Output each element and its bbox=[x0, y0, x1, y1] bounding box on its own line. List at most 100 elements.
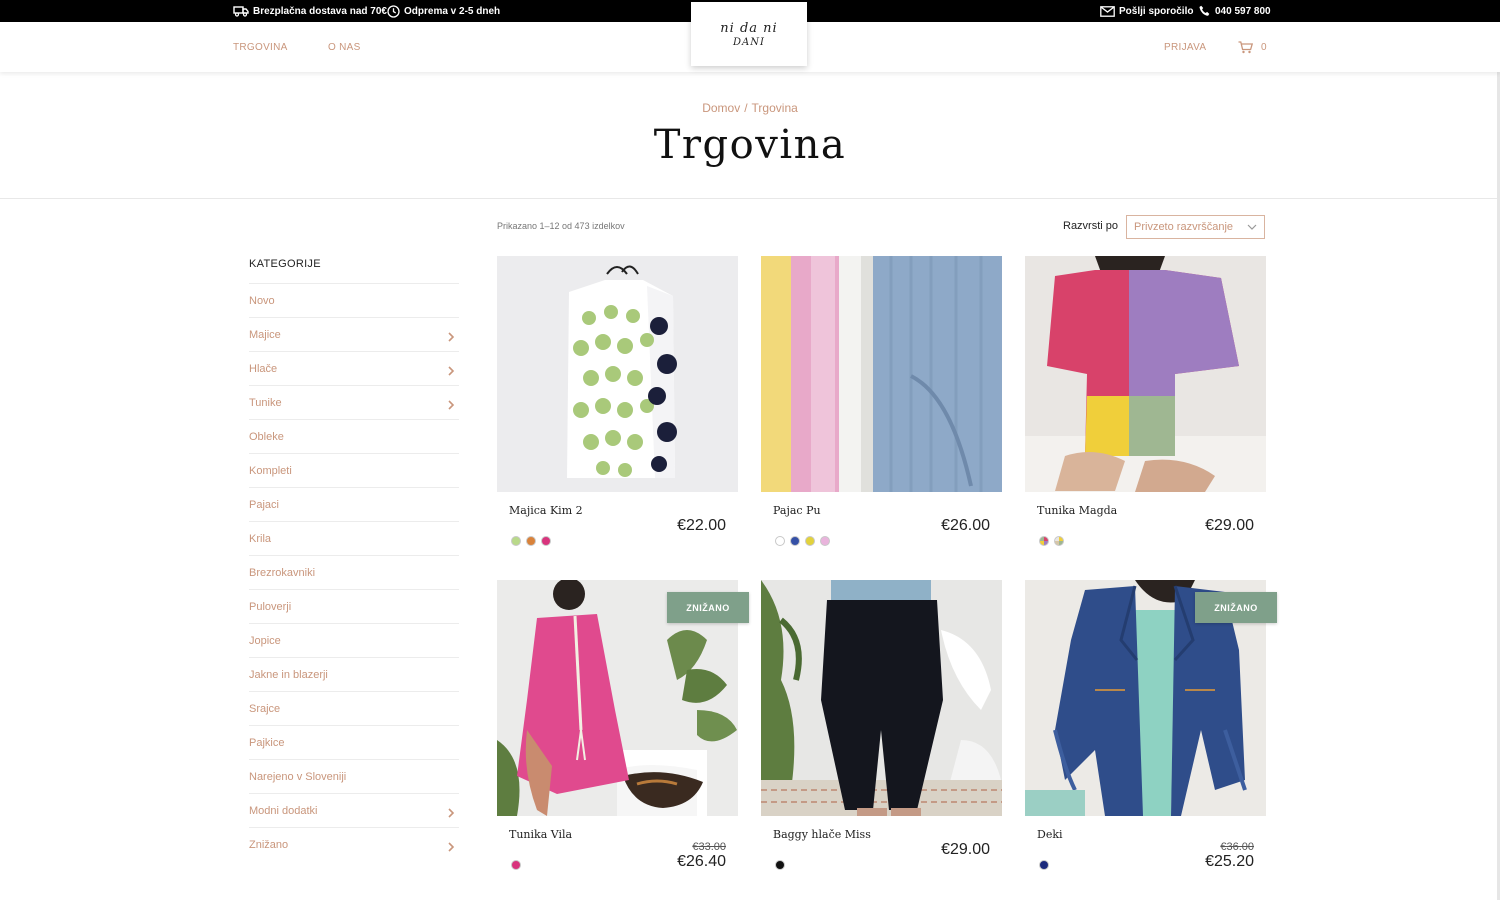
logo-line-1: ni da ni bbox=[720, 20, 778, 36]
category-item-pajaci[interactable]: Pajaci bbox=[249, 487, 459, 521]
category-item-novo[interactable]: Novo bbox=[249, 283, 459, 317]
send-message-text: Pošlji sporočilo bbox=[1119, 5, 1194, 17]
login-link[interactable]: PRIJAVA bbox=[1164, 22, 1206, 72]
cart-count: 0 bbox=[1261, 41, 1267, 53]
color-swatch[interactable] bbox=[541, 536, 551, 546]
product-price: €29.00 bbox=[1205, 517, 1254, 534]
category-label: Krila bbox=[249, 532, 272, 545]
category-label: Kompleti bbox=[249, 464, 292, 477]
category-item-srajce[interactable]: Srajce bbox=[249, 691, 459, 725]
category-label: Modni dodatki bbox=[249, 804, 318, 817]
nav-trgovina[interactable]: TRGOVINA bbox=[233, 22, 288, 72]
category-label: Tunike bbox=[249, 396, 282, 409]
color-swatch[interactable] bbox=[790, 536, 800, 546]
product-image[interactable] bbox=[761, 256, 1002, 492]
chevron-right-icon[interactable] bbox=[445, 807, 457, 819]
category-item-krila[interactable]: Krila bbox=[249, 521, 459, 555]
color-swatch[interactable] bbox=[805, 536, 815, 546]
category-label: Obleke bbox=[249, 430, 284, 443]
nav-o-nas[interactable]: O NAS bbox=[328, 22, 361, 72]
product-name[interactable]: Pajac Pu bbox=[773, 504, 821, 517]
logo-line-2: DANI bbox=[733, 36, 765, 48]
category-item-narejeno-v-sloveniji[interactable]: Narejeno v Sloveniji bbox=[249, 759, 459, 793]
result-count: Prikazano 1–12 od 473 izdelkov bbox=[497, 221, 625, 231]
cart-icon bbox=[1238, 40, 1253, 53]
dispatch-notice: Odprema v 2-5 dneh bbox=[387, 0, 500, 22]
send-message-link[interactable]: Pošlji sporočilo bbox=[1100, 0, 1193, 22]
product-card[interactable]: Tunika Magda €29.00 bbox=[1025, 256, 1266, 556]
cart-link[interactable]: 0 bbox=[1238, 22, 1267, 72]
product-price: €29.00 bbox=[941, 841, 990, 858]
product-image[interactable] bbox=[497, 256, 738, 492]
category-item-tunike[interactable]: Tunike bbox=[249, 385, 459, 419]
category-label: Pajaci bbox=[249, 498, 279, 511]
color-swatch[interactable] bbox=[1054, 536, 1064, 546]
product-card[interactable]: Majica Kim 2 €22.00 bbox=[497, 256, 738, 556]
product-price: €25.20 bbox=[1205, 853, 1254, 870]
category-item-kompleti[interactable]: Kompleti bbox=[249, 453, 459, 487]
category-label: Pajkice bbox=[249, 736, 285, 749]
color-swatches bbox=[511, 860, 521, 870]
phone-number: 040 597 800 bbox=[1215, 5, 1271, 17]
category-item-znizano[interactable]: Znižano bbox=[249, 827, 459, 861]
chevron-right-icon[interactable] bbox=[445, 365, 457, 377]
breadcrumb-home[interactable]: Domov bbox=[702, 101, 740, 115]
sale-badge: ZNIŽANO bbox=[667, 592, 749, 623]
site-logo[interactable]: ni da ni DANI bbox=[691, 2, 807, 66]
product-card[interactable]: ZNIŽANO Deki €36.00 €25.20 bbox=[1025, 580, 1277, 880]
product-price: €26.00 bbox=[941, 517, 990, 534]
color-swatches bbox=[511, 536, 551, 546]
product-name[interactable]: Tunika Magda bbox=[1037, 504, 1117, 517]
color-swatch[interactable] bbox=[1039, 860, 1049, 870]
color-swatch[interactable] bbox=[511, 860, 521, 870]
category-item-brezrokavniki[interactable]: Brezrokavniki bbox=[249, 555, 459, 589]
category-item-hlace[interactable]: Hlače bbox=[249, 351, 459, 385]
color-swatches bbox=[775, 860, 785, 870]
category-label: Puloverji bbox=[249, 600, 292, 613]
product-card[interactable]: Pajac Pu €26.00 bbox=[761, 256, 1002, 556]
category-item-obleke[interactable]: Obleke bbox=[249, 419, 459, 453]
dispatch-text: Odprema v 2-5 dneh bbox=[404, 5, 501, 17]
product-name[interactable]: Tunika Vila bbox=[509, 828, 572, 841]
product-name[interactable]: Deki bbox=[1037, 828, 1063, 841]
category-label: Znižano bbox=[249, 838, 289, 851]
category-item-puloverji[interactable]: Puloverji bbox=[249, 589, 459, 623]
color-swatches bbox=[775, 536, 830, 546]
category-label: Jakne in blazerji bbox=[249, 668, 328, 681]
category-item-pajkice[interactable]: Pajkice bbox=[249, 725, 459, 759]
category-label: Brezrokavniki bbox=[249, 566, 316, 579]
phone-link[interactable]: 040 597 800 bbox=[1199, 0, 1271, 22]
product-card[interactable]: ZNIŽANO Tunika Vila €33.00 €26.40 bbox=[497, 580, 749, 880]
product-price: €26.40 bbox=[677, 853, 726, 870]
truck-icon bbox=[233, 6, 249, 17]
category-label: Jopice bbox=[249, 634, 281, 647]
color-swatch[interactable] bbox=[775, 536, 785, 546]
product-image[interactable] bbox=[1025, 256, 1266, 492]
product-name[interactable]: Majica Kim 2 bbox=[509, 504, 583, 517]
header-divider bbox=[0, 198, 1497, 199]
category-item-modni-dodatki[interactable]: Modni dodatki bbox=[249, 793, 459, 827]
color-swatch[interactable] bbox=[1039, 536, 1049, 546]
product-price: €22.00 bbox=[677, 517, 726, 534]
sale-badge: ZNIŽANO bbox=[1195, 592, 1277, 623]
product-old-price: €33.00 bbox=[692, 841, 726, 853]
chevron-right-icon[interactable] bbox=[445, 399, 457, 411]
category-item-majice[interactable]: Majice bbox=[249, 317, 459, 351]
product-card[interactable]: Baggy hlače Miss €29.00 bbox=[761, 580, 1002, 880]
color-swatches bbox=[1039, 536, 1064, 546]
color-swatch[interactable] bbox=[511, 536, 521, 546]
chevron-right-icon[interactable] bbox=[445, 841, 457, 853]
sort-select[interactable]: Privzeto razvrščanje bbox=[1126, 215, 1265, 239]
product-name[interactable]: Baggy hlače Miss bbox=[773, 828, 871, 841]
category-item-jakne[interactable]: Jakne in blazerji bbox=[249, 657, 459, 691]
product-image[interactable] bbox=[761, 580, 1002, 816]
color-swatch[interactable] bbox=[526, 536, 536, 546]
color-swatch[interactable] bbox=[775, 860, 785, 870]
envelope-icon bbox=[1100, 5, 1115, 17]
sort-selected-value: Privzeto razvrščanje bbox=[1134, 221, 1234, 233]
category-item-jopice[interactable]: Jopice bbox=[249, 623, 459, 657]
color-swatch[interactable] bbox=[820, 536, 830, 546]
chevron-right-icon[interactable] bbox=[445, 331, 457, 343]
category-list: Novo Majice Hlače Tunike Obleke Kompleti… bbox=[249, 283, 459, 861]
free-shipping-notice: Brezplačna dostava nad 70€ bbox=[233, 0, 387, 22]
